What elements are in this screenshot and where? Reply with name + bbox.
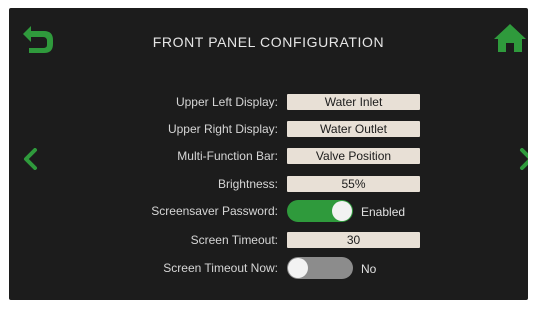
screen-timeout-label: Screen Timeout: xyxy=(190,233,278,247)
front-panel-screen: FRONT PANEL CONFIGURATION Upper Left Dis… xyxy=(9,8,528,300)
page-title: FRONT PANEL CONFIGURATION xyxy=(152,34,385,50)
upper-right-display-label: Upper Right Display: xyxy=(167,122,278,136)
screen-timeout-now-label: Screen Timeout Now: xyxy=(163,261,278,275)
screensaver-password-label: Screensaver Password: xyxy=(151,204,278,218)
screen-timeout-now-state: No xyxy=(361,262,377,276)
multi-function-bar-field[interactable]: Valve Position xyxy=(287,148,420,164)
toggle-knob xyxy=(288,258,308,278)
toggle-knob xyxy=(332,201,352,221)
brightness-field[interactable]: 55% xyxy=(287,176,420,192)
multi-function-bar-label: Multi-Function Bar: xyxy=(177,149,278,163)
upper-right-display-field[interactable]: Water Outlet xyxy=(287,121,420,137)
screen-timeout-field[interactable]: 30 xyxy=(287,232,420,248)
brightness-label: Brightness: xyxy=(217,177,278,191)
upper-left-display-field[interactable]: Water Inlet xyxy=(287,94,420,110)
chevron-left-icon[interactable] xyxy=(23,148,39,170)
chevron-right-icon[interactable] xyxy=(518,148,528,170)
screensaver-password-toggle[interactable] xyxy=(287,200,353,222)
screensaver-password-state: Enabled xyxy=(361,205,406,219)
screen-timeout-now-toggle[interactable] xyxy=(287,257,353,279)
upper-left-display-label: Upper Left Display: xyxy=(175,95,278,109)
home-icon[interactable] xyxy=(493,22,527,54)
